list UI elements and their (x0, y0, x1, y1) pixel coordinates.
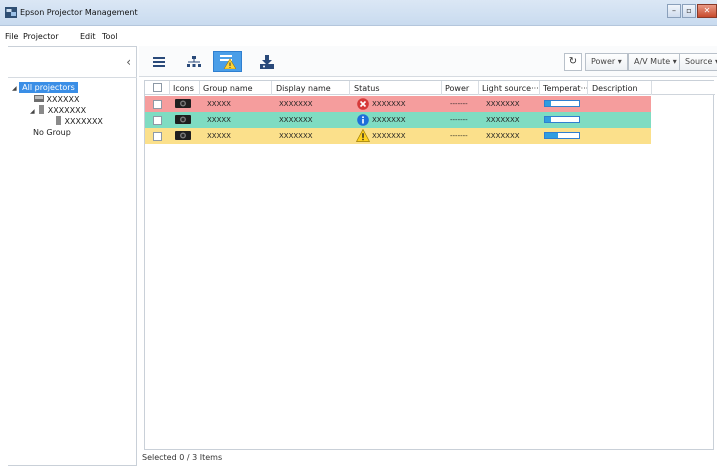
download-button[interactable] (252, 51, 281, 72)
caret-down-icon: ▾ (672, 57, 677, 66)
list-view-button[interactable] (144, 51, 173, 72)
tree-item-label: XXXXXX (46, 95, 80, 104)
list-icon (152, 56, 165, 67)
caret-down-icon: ▾ (617, 57, 622, 66)
menu-tool[interactable]: Tool (102, 32, 118, 41)
source-dropdown-label: Source (685, 57, 713, 66)
power-dropdown-label: Power (591, 57, 616, 66)
status-bar: Selected 0 / 3 Items (139, 450, 717, 466)
expand-arrow-icon[interactable]: ◢ (30, 108, 35, 115)
selection-count: Selected 0 / 3 Items (142, 453, 223, 462)
column-header-display-name[interactable]: Display name (276, 84, 331, 93)
temperature-bar (544, 116, 580, 123)
network-view-button[interactable] (179, 51, 208, 72)
power-dropdown[interactable]: Power ▾ (585, 53, 628, 71)
status-cell: XXXXXXX (372, 100, 406, 108)
power-cell: ------- (450, 132, 468, 140)
display-name-cell: XXXXXXX (279, 132, 313, 140)
minimize-button[interactable]: – (667, 4, 681, 18)
column-header-light-source[interactable]: Light source··· (482, 84, 539, 93)
row-checkbox[interactable] (153, 100, 162, 109)
download-icon (259, 54, 274, 69)
column-header-power[interactable]: Power (445, 84, 469, 93)
row-checkbox[interactable] (153, 116, 162, 125)
tree-item-label: No Group (33, 128, 71, 137)
menu-file[interactable]: File (5, 32, 18, 41)
close-button[interactable]: ✕ (697, 4, 717, 18)
tree-item-label: XXXXXXX (64, 117, 103, 126)
tree-item-label: XXXXXXX (47, 106, 87, 115)
window-title: Epson Projector Management (20, 8, 138, 17)
status-cell: XXXXXXX (372, 132, 406, 140)
group-name-cell: XXXXX (207, 100, 231, 108)
column-header-icons[interactable]: Icons (173, 84, 194, 93)
maximize-button[interactable]: ▫ (682, 4, 696, 18)
status-cell: XXXXXXX (372, 116, 406, 124)
temperature-bar (544, 132, 580, 139)
projector-icon (175, 115, 191, 124)
menu-projector[interactable]: Projector (23, 32, 59, 41)
alert-view-button[interactable] (213, 51, 242, 72)
column-header-status[interactable]: Status (354, 84, 380, 93)
tree-item-group[interactable]: ◢ XXXXXXX (30, 105, 86, 115)
group-name-cell: XXXXX (207, 116, 231, 124)
folder-icon (34, 95, 44, 102)
app-icon (5, 7, 17, 18)
tree-item-no-group[interactable]: No Group (33, 128, 71, 137)
display-name-cell: XXXXXXX (279, 100, 313, 108)
display-name-cell: XXXXXXX (279, 116, 313, 124)
projector-icon (175, 131, 191, 140)
temperature-bar (544, 100, 580, 107)
alert-list-icon (219, 54, 236, 69)
table-row[interactable]: XXXXX XXXXXXX XXXXXXX ------- XXXXXXX (145, 112, 651, 128)
tree-header: ‹ (8, 47, 137, 78)
table-header: Icons Group name Display name Status Pow… (145, 81, 715, 95)
column-header-group-name[interactable]: Group name (203, 84, 253, 93)
expand-arrow-icon[interactable]: ◢ (12, 85, 17, 92)
toolbar: ↻ Power ▾ A/V Mute ▾ Source ▾ (139, 46, 717, 77)
projector-table: Icons Group name Display name Status Pow… (144, 80, 715, 450)
table-row[interactable]: XXXXX XXXXXXX XXXXXXX ------- XXXXXXX (145, 96, 651, 112)
title-bar: Epson Projector Management – ▫ ✕ (0, 0, 717, 26)
projector-icon (175, 99, 191, 108)
projector-list-pane: ↻ Power ▾ A/V Mute ▾ Source ▾ Icons Grou… (139, 46, 717, 466)
light-source-cell: XXXXXXX (486, 100, 520, 108)
tree-item-subgroup[interactable]: XXXXXXX (56, 116, 103, 126)
column-header-temperature[interactable]: Temperat··· (543, 84, 588, 93)
menu-bar: File Projector Edit Tool (0, 26, 717, 46)
av-mute-dropdown[interactable]: A/V Mute ▾ (628, 53, 683, 71)
collapse-pane-icon[interactable]: ‹ (126, 55, 131, 69)
power-cell: ------- (450, 116, 468, 124)
group-icon (39, 105, 45, 114)
tree-item-all-projectors[interactable]: ◢ All projectors (12, 82, 78, 93)
refresh-icon: ↻ (568, 56, 578, 67)
select-all-checkbox[interactable] (153, 83, 162, 92)
column-header-description[interactable]: Description (592, 84, 638, 93)
source-dropdown[interactable]: Source ▾ (679, 53, 717, 71)
row-checkbox[interactable] (153, 132, 162, 141)
error-icon (357, 98, 369, 110)
refresh-button[interactable]: ↻ (564, 53, 582, 71)
av-mute-dropdown-label: A/V Mute (634, 57, 671, 66)
tree-item-group[interactable]: XXXXXX (34, 94, 79, 104)
tree-item-label: All projectors (19, 82, 78, 93)
info-icon (357, 114, 369, 126)
light-source-cell: XXXXXXX (486, 132, 520, 140)
power-cell: ------- (450, 100, 468, 108)
group-tree-pane: ‹ ◢ All projectors XXXXXX ◢ XXXXXXX XXXX… (8, 46, 137, 466)
warning-icon (356, 129, 370, 142)
light-source-cell: XXXXXXX (486, 116, 520, 124)
network-icon (186, 55, 201, 67)
group-icon (56, 116, 61, 125)
menu-edit[interactable]: Edit (80, 32, 96, 41)
table-row[interactable]: XXXXX XXXXXXX XXXXXXX ------- XXXXXXX (145, 128, 651, 144)
group-name-cell: XXXXX (207, 132, 231, 140)
